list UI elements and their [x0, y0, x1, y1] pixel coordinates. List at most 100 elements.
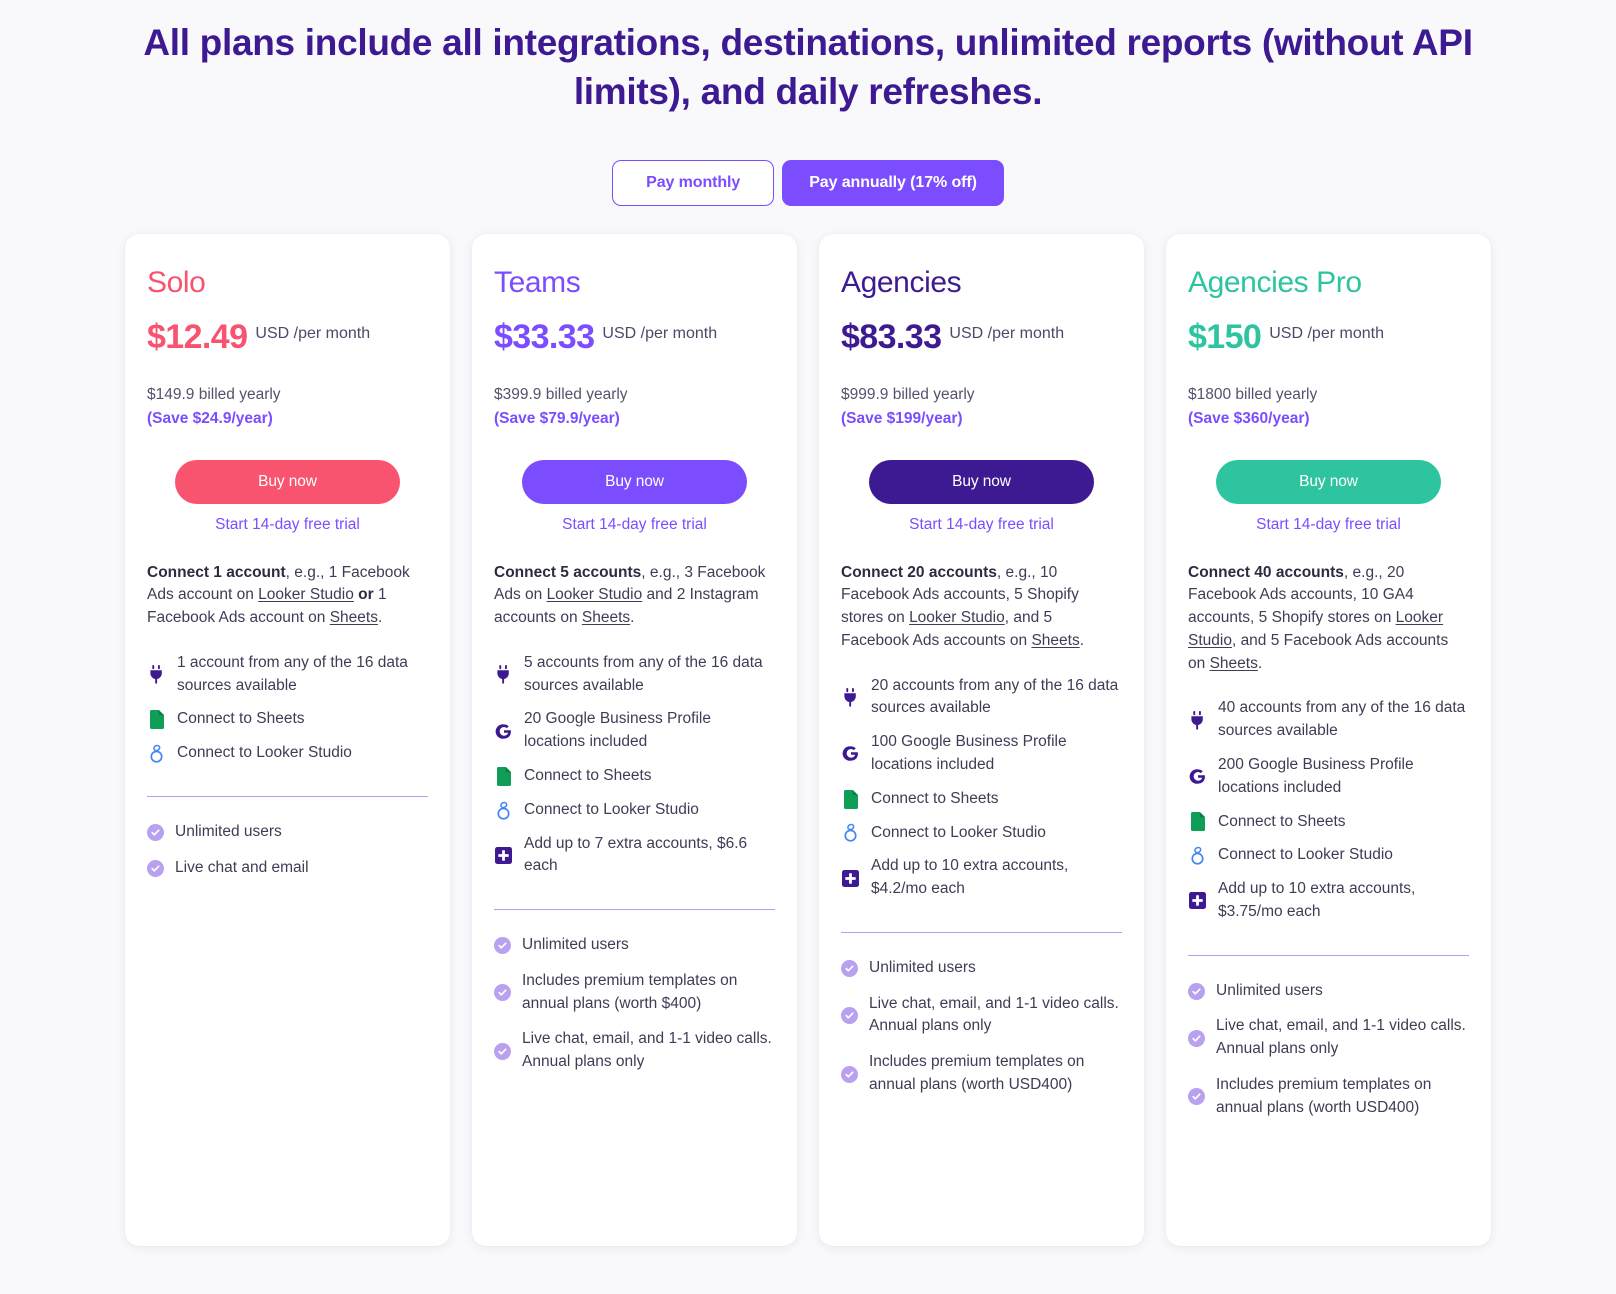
- price-row: $33.33 USD /per month: [494, 318, 775, 357]
- feature-item: 20 accounts from any of the 16 data sour…: [841, 675, 1122, 721]
- included-item: Live chat and email: [147, 857, 428, 880]
- price-unit: USD /per month: [602, 325, 718, 343]
- looker-studio-link[interactable]: Looker Studio: [547, 586, 643, 603]
- start-free-trial-link[interactable]: Start 14-day free trial: [147, 516, 428, 534]
- savings-text: (Save $24.9/year): [147, 409, 273, 427]
- plug-icon: [1188, 709, 1207, 731]
- pay-annually-button[interactable]: Pay annually (17% off): [782, 160, 1004, 207]
- sheets-link[interactable]: Sheets: [330, 609, 378, 626]
- feature-item: Connect to Looker Studio: [841, 822, 1122, 845]
- pricing-cards: Solo $12.49 USD /per month $149.9 billed ye…: [0, 234, 1616, 1247]
- feature-item: 200 Google Business Profile locations in…: [1188, 754, 1469, 800]
- plan-description-title: Connect 20 accounts: [841, 563, 997, 581]
- included-item: Includes premium templates on annual pla…: [841, 1051, 1122, 1097]
- feature-label: Connect to Looker Studio: [177, 744, 352, 762]
- or-emphasis: or: [358, 586, 374, 604]
- sheets-link[interactable]: Sheets: [1210, 655, 1258, 672]
- included-item: Includes premium templates on annual pla…: [494, 970, 775, 1016]
- pricing-card: Agencies Pro $150 USD /per month $1800 bill…: [1166, 234, 1491, 1247]
- sheets-icon: [494, 765, 513, 787]
- savings-text: (Save $360/year): [1188, 409, 1310, 427]
- check-icon: [1188, 1029, 1205, 1047]
- included-label: Live chat and email: [175, 858, 309, 876]
- pricing-card: Solo $12.49 USD /per month $149.9 billed ye…: [125, 234, 450, 1247]
- start-free-trial-link[interactable]: Start 14-day free trial: [841, 516, 1122, 534]
- looker-studio-link[interactable]: Looker Studio: [909, 609, 1005, 626]
- plan-description-title: Connect 1 account: [147, 563, 286, 581]
- billing-toggle: Pay monthly Pay annually (17% off): [0, 160, 1616, 207]
- section-divider: [147, 795, 428, 797]
- looker-studio-link[interactable]: Looker Studio: [258, 586, 354, 603]
- looker-studio-icon: [147, 743, 166, 765]
- included-item: Unlimited users: [1188, 980, 1469, 1003]
- feature-item: Connect to Looker Studio: [494, 799, 775, 822]
- feature-list: 1 account from any of the 16 data source…: [147, 652, 428, 776]
- pricing-card: Teams $33.33 USD /per month $399.9 billed y…: [472, 234, 797, 1247]
- buy-now-button[interactable]: Buy now: [175, 459, 400, 504]
- billed-yearly-text: $149.9 billed yearly: [147, 386, 281, 404]
- included-label: Unlimited users: [522, 936, 629, 954]
- price-unit: USD /per month: [949, 325, 1065, 343]
- feature-label: Connect to Looker Studio: [524, 800, 699, 818]
- plan-price: $33.33: [494, 318, 595, 357]
- check-icon: [147, 859, 164, 877]
- feature-label: Add up to 10 extra accounts, $4.2/mo eac…: [871, 857, 1069, 898]
- card-spacer: [147, 893, 428, 1221]
- buy-now-button[interactable]: Buy now: [869, 459, 1094, 504]
- savings-text: (Save $199/year): [841, 409, 963, 427]
- price-row: $12.49 USD /per month: [147, 318, 428, 357]
- feature-item: Connect to Looker Studio: [1188, 844, 1469, 867]
- pay-monthly-button[interactable]: Pay monthly: [612, 160, 775, 207]
- feature-label: Connect to Looker Studio: [1218, 846, 1393, 864]
- start-free-trial-link[interactable]: Start 14-day free trial: [494, 516, 775, 534]
- buy-now-button[interactable]: Buy now: [1216, 459, 1441, 504]
- plan-description: Connect 5 accounts, e.g., 3 Facebook Ads…: [494, 563, 766, 627]
- start-free-trial-link[interactable]: Start 14-day free trial: [1188, 516, 1469, 534]
- plan-description-title: Connect 5 accounts: [494, 563, 642, 581]
- feature-label: Add up to 7 extra accounts, $6.6 each: [524, 834, 748, 875]
- included-label: Live chat, email, and 1-1 video calls. A…: [1216, 1017, 1466, 1058]
- google-icon: [1188, 766, 1207, 788]
- price-row: $83.33 USD /per month: [841, 318, 1122, 357]
- feature-label: Connect to Sheets: [524, 766, 652, 784]
- feature-label: Connect to Looker Studio: [871, 823, 1046, 841]
- check-icon: [1188, 1088, 1205, 1106]
- pricing-card: Agencies $83.33 USD /per month $999.9 bille…: [819, 234, 1144, 1247]
- included-item: Includes premium templates on annual pla…: [1188, 1074, 1469, 1120]
- feature-label: 1 account from any of the 16 data source…: [177, 653, 408, 694]
- card-spacer: [841, 1110, 1122, 1221]
- included-label: Unlimited users: [869, 958, 976, 976]
- feature-item: Connect to Sheets: [494, 765, 775, 788]
- feature-list: 40 accounts from any of the 16 data sour…: [1188, 697, 1469, 934]
- plan-name: Teams: [494, 266, 581, 300]
- feature-label: 200 Google Business Profile locations in…: [1218, 755, 1414, 796]
- plug-icon: [147, 664, 166, 686]
- check-icon: [841, 959, 858, 977]
- included-label: Unlimited users: [175, 822, 282, 840]
- feature-label: 100 Google Business Profile locations in…: [871, 733, 1067, 773]
- feature-item: 20 Google Business Profile locations inc…: [494, 708, 775, 754]
- feature-item: 1 account from any of the 16 data source…: [147, 652, 428, 698]
- sheets-link[interactable]: Sheets: [582, 609, 630, 626]
- card-spacer: [1188, 1133, 1469, 1221]
- check-icon: [494, 984, 511, 1002]
- card-spacer: [494, 1087, 775, 1220]
- included-item: Unlimited users: [147, 821, 428, 844]
- feature-item: 5 accounts from any of the 16 data sourc…: [494, 652, 775, 698]
- billed-yearly-text: $999.9 billed yearly: [841, 386, 975, 404]
- sheets-icon: [147, 709, 166, 731]
- looker-studio-link[interactable]: Looker Studio: [1188, 609, 1443, 649]
- price-unit: USD /per month: [1269, 325, 1384, 343]
- plan-price: $83.33: [841, 318, 942, 357]
- plan-name: Agencies: [841, 266, 962, 300]
- buy-now-button[interactable]: Buy now: [522, 459, 747, 504]
- looker-studio-icon: [1188, 845, 1207, 867]
- feature-item: Add up to 7 extra accounts, $6.6 each: [494, 833, 775, 879]
- check-icon: [494, 936, 511, 954]
- included-list: Unlimited users Live chat, email, and 1-1…: [841, 957, 1122, 1110]
- plug-icon: [841, 686, 860, 708]
- sheets-link[interactable]: Sheets: [1031, 632, 1079, 649]
- check-icon: [841, 1006, 858, 1024]
- plan-price: $150: [1188, 318, 1262, 357]
- included-label: Includes premium templates on annual pla…: [1216, 1076, 1432, 1116]
